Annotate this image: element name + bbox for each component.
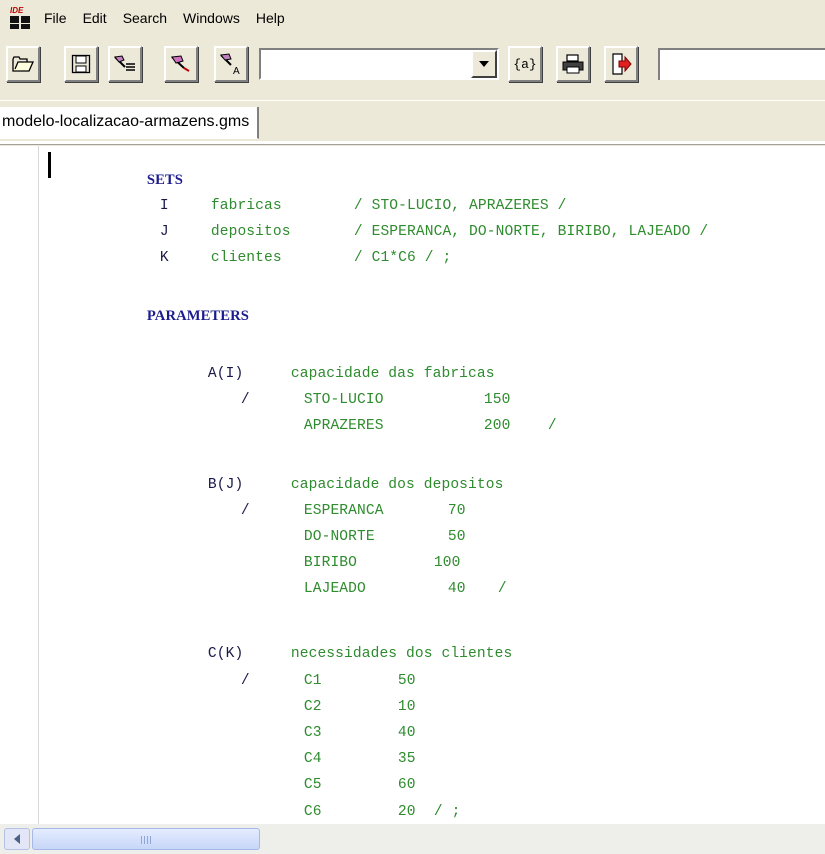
horizontal-scrollbar[interactable] [0,824,825,854]
tab-bar: modelo-localizacao-armazens.gms [0,100,825,145]
open-folder-icon [12,56,34,72]
code-content: SETS I fabricas / STO-LUCIO, APRAZERES /… [0,146,825,824]
svg-text:A: A [233,66,240,75]
menu-help[interactable]: Help [248,10,293,26]
tab-modelo-localizacao-armazens[interactable]: modelo-localizacao-armazens.gms [0,107,260,139]
code-editor[interactable]: SETS I fabricas / STO-LUCIO, APRAZERES /… [0,146,825,824]
model-combo[interactable] [259,48,499,80]
code-line: / [497,581,507,597]
print-button[interactable] [556,46,590,82]
run-icon [171,55,190,72]
command-input[interactable] [658,48,825,80]
scroll-thumb[interactable] [32,828,260,850]
tab-label: modelo-localizacao-armazens.gms [2,113,250,130]
code-line: LAJEADO [303,581,366,597]
scroll-left-button[interactable] [4,828,30,850]
code-line: clientes [210,250,282,266]
toolbar: A {a} [0,38,825,98]
menu-bar: IDE File Edit Search Windows Help [0,0,825,36]
code-line: / C1*C6 / ; [353,250,452,266]
tag-button-label: {a} [513,56,537,72]
compile-button[interactable] [108,46,142,82]
run-options-button[interactable]: A [214,46,248,82]
export-icon [612,53,632,75]
save-button[interactable] [64,46,98,82]
code-line: PARAMETERS [76,286,249,347]
code-line: APRAZERES [303,418,384,434]
open-button[interactable] [6,46,40,82]
menu-windows[interactable]: Windows [175,10,248,26]
code-line: / [547,418,557,434]
compile-icon [114,55,135,71]
ide-logo-icon: IDE [10,7,32,29]
tab-divider [0,141,825,145]
code-line: / ; [433,804,461,820]
tag-button[interactable]: {a} [508,46,542,82]
run-button[interactable] [164,46,198,82]
code-line: C6 [303,804,322,820]
run-options-icon: A [220,53,240,75]
menu-search[interactable]: Search [115,10,175,26]
combo-dropdown-button[interactable] [471,50,497,78]
arrow-left-icon [14,834,20,844]
ide-window: IDE File Edit Search Windows Help A {a} … [0,0,825,854]
save-icon [71,54,91,74]
menu-edit[interactable]: Edit [75,10,115,26]
export-button[interactable] [604,46,638,82]
chevron-down-icon [479,61,489,67]
grip-icon [141,836,153,844]
keyword-parameters: PARAMETERS [146,308,249,324]
printer-icon [562,54,584,74]
menu-file[interactable]: File [36,10,75,26]
